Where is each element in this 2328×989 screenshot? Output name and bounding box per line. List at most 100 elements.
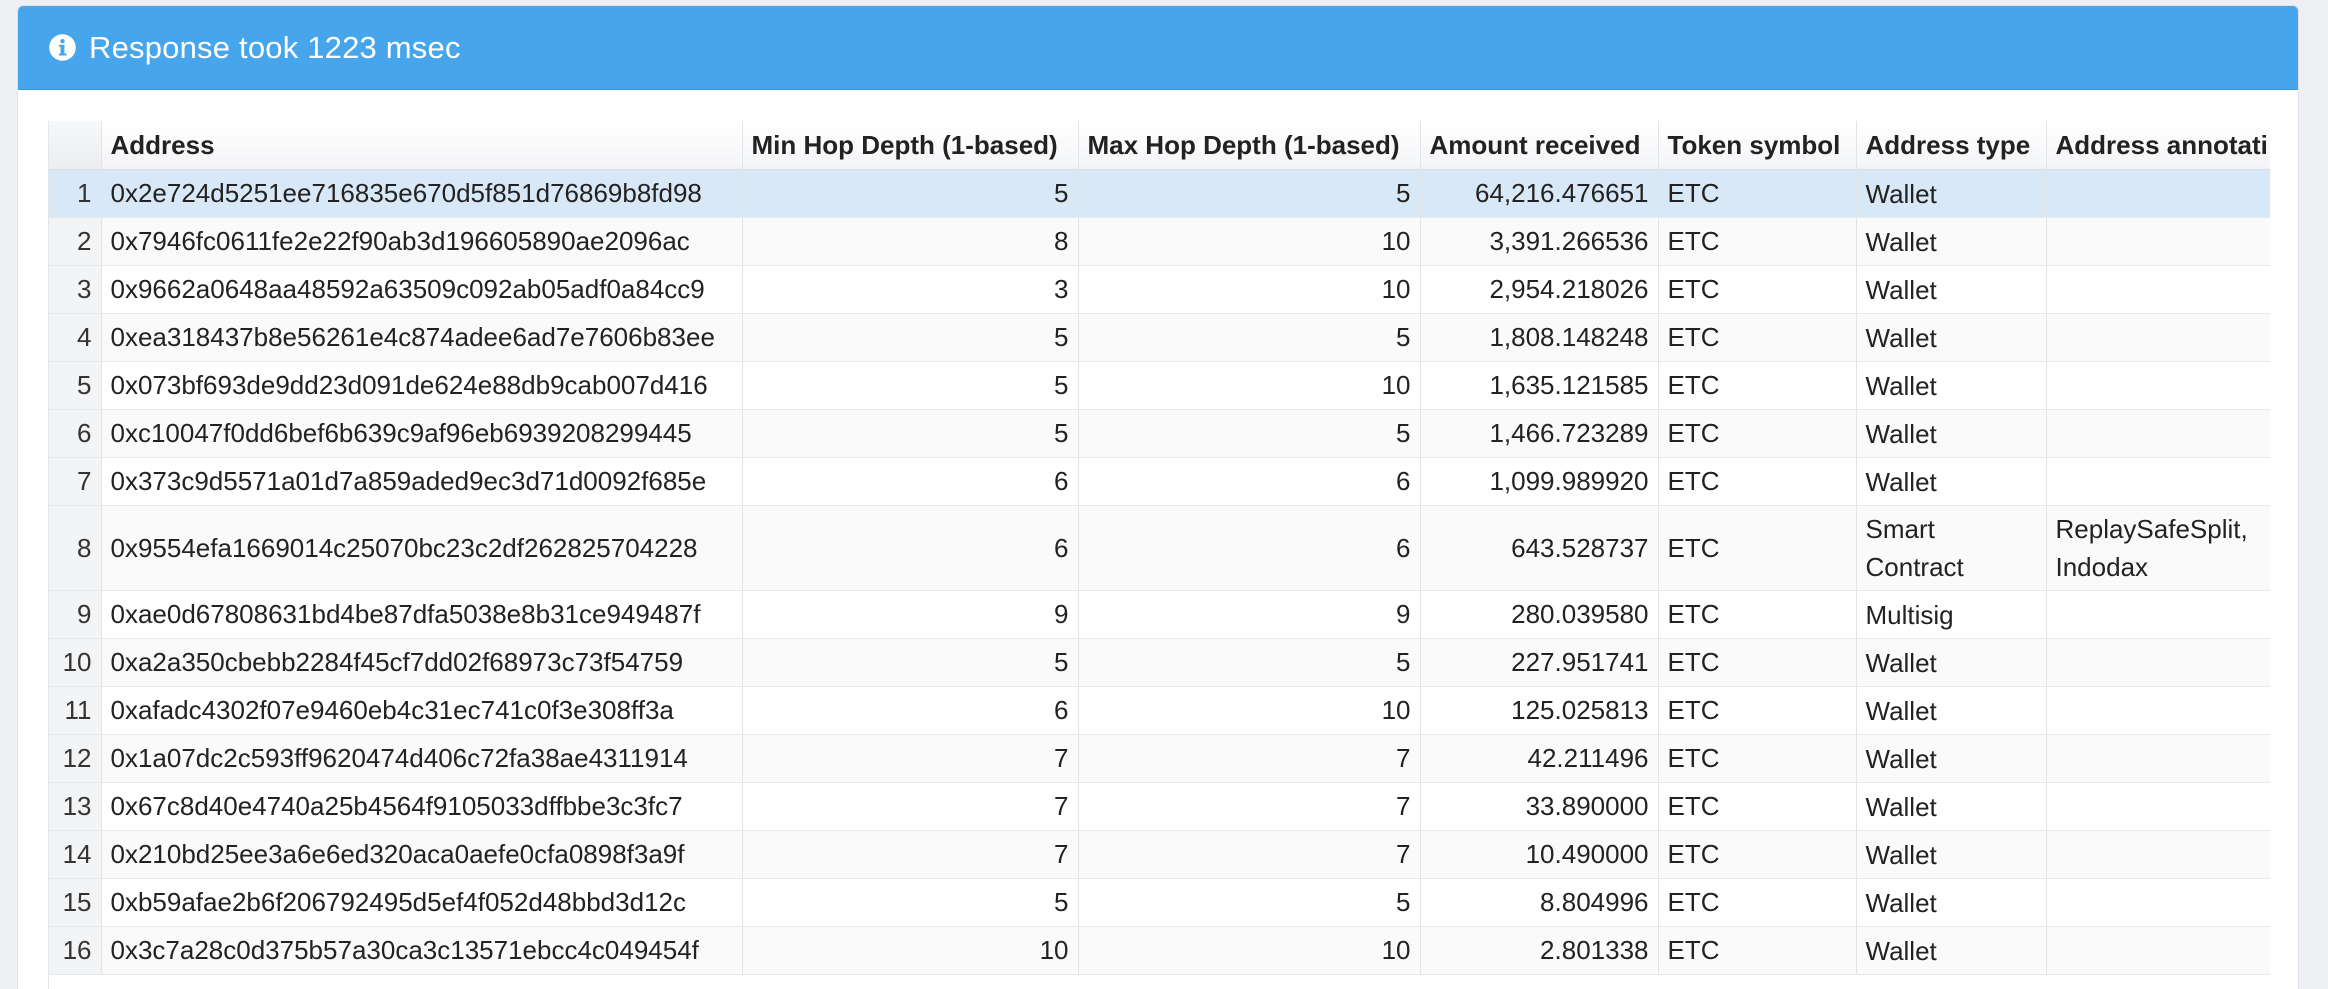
- max-hop-depth-cell: 10: [1078, 361, 1421, 410]
- row-index-cell: 11: [49, 686, 102, 735]
- address-type-cell: Wallet: [1856, 217, 2047, 266]
- column-header-min-hop-depth[interactable]: Min Hop Depth (1-based): [742, 121, 1079, 170]
- address-cell[interactable]: 0xc10047f0dd6bef6b639c9af96eb69392082994…: [101, 409, 743, 458]
- address-cell[interactable]: 0x2e724d5251ee716835e670d5f851d76869b8fd…: [101, 169, 743, 218]
- table-header-row: Address Min Hop Depth (1-based) Max Hop …: [49, 121, 2270, 170]
- row-index-cell: 9: [49, 590, 102, 639]
- address-cell[interactable]: 0x1a07dc2c593ff9620474d406c72fa38ae43119…: [101, 734, 743, 783]
- address-annotation-cell: [2046, 217, 2270, 266]
- token-symbol-cell: ETC: [1658, 217, 1857, 266]
- table-row[interactable]: 13 0x67c8d40e4740a25b4564f9105033dffbbe3c…: [49, 782, 2270, 831]
- token-symbol-cell: ETC: [1658, 265, 1857, 314]
- row-index-cell: 1: [49, 169, 102, 218]
- address-type-cell: Wallet: [1856, 169, 2047, 218]
- row-index-cell: 13: [49, 782, 102, 831]
- column-header-address-type[interactable]: Address type: [1856, 121, 2047, 170]
- address-cell[interactable]: 0xa2a350cbebb2284f45cf7dd02f68973c73f547…: [101, 638, 743, 687]
- address-cell[interactable]: 0x9662a0648aa48592a63509c092ab05adf0a84c…: [101, 265, 743, 314]
- row-index-cell: 15: [49, 878, 102, 927]
- max-hop-depth-cell: 10: [1078, 926, 1421, 975]
- amount-received-cell: 10.490000: [1420, 830, 1659, 879]
- amount-received-cell: 1,808.148248: [1420, 313, 1659, 362]
- table-row[interactable]: 12 0x1a07dc2c593ff9620474d406c72fa38ae431…: [49, 734, 2270, 783]
- address-cell[interactable]: 0x073bf693de9dd23d091de624e88db9cab007d4…: [101, 361, 743, 410]
- max-hop-depth-cell: 6: [1078, 457, 1421, 506]
- min-hop-depth-cell: 3: [742, 265, 1079, 314]
- max-hop-depth-cell: 10: [1078, 686, 1421, 735]
- address-annotation-cell: [2046, 457, 2270, 506]
- amount-received-cell: 64,216.476651: [1420, 169, 1659, 218]
- table-body: 1 0x2e724d5251ee716835e670d5f851d76869b8f…: [49, 169, 2270, 975]
- table-row[interactable]: 11 0xafadc4302f07e9460eb4c31ec741c0f3e308…: [49, 686, 2270, 735]
- table-row[interactable]: 1 0x2e724d5251ee716835e670d5f851d76869b8f…: [49, 169, 2270, 218]
- min-hop-depth-cell: 6: [742, 457, 1079, 506]
- address-cell[interactable]: 0x3c7a28c0d375b57a30ca3c13571ebcc4c04945…: [101, 926, 743, 975]
- address-type-cell: Wallet: [1856, 830, 2047, 879]
- amount-received-cell: 8.804996: [1420, 878, 1659, 927]
- column-header-address[interactable]: Address: [101, 121, 743, 170]
- min-hop-depth-cell: 7: [742, 734, 1079, 783]
- column-header-index[interactable]: [49, 121, 102, 170]
- address-annotation-cell: [2046, 313, 2270, 362]
- table-row[interactable]: 10 0xa2a350cbebb2284f45cf7dd02f68973c73f5…: [49, 638, 2270, 687]
- table-row[interactable]: 9 0xae0d67808631bd4be87dfa5038e8b31ce9494…: [49, 590, 2270, 639]
- max-hop-depth-cell: 7: [1078, 734, 1421, 783]
- table-row[interactable]: 8 0x9554efa1669014c25070bc23c2df262825704…: [49, 505, 2270, 591]
- row-index-cell: 7: [49, 457, 102, 506]
- address-type-cell: Smart Contract: [1856, 505, 2047, 591]
- token-symbol-cell: ETC: [1658, 505, 1857, 591]
- column-header-token-symbol[interactable]: Token symbol: [1658, 121, 1857, 170]
- address-cell[interactable]: 0x9554efa1669014c25070bc23c2df2628257042…: [101, 505, 743, 591]
- max-hop-depth-cell: 5: [1078, 878, 1421, 927]
- min-hop-depth-cell: 5: [742, 313, 1079, 362]
- address-cell[interactable]: 0xb59afae2b6f206792495d5ef4f052d48bbd3d1…: [101, 878, 743, 927]
- address-type-cell: Wallet: [1856, 313, 2047, 362]
- max-hop-depth-cell: 9: [1078, 590, 1421, 639]
- results-panel: Response took 1223 msec Address Min Hop …: [17, 5, 2299, 989]
- address-annotation-cell: [2046, 409, 2270, 458]
- min-hop-depth-cell: 5: [742, 638, 1079, 687]
- results-table-container[interactable]: Address Min Hop Depth (1-based) Max Hop …: [48, 121, 2270, 989]
- max-hop-depth-cell: 7: [1078, 830, 1421, 879]
- address-cell[interactable]: 0x7946fc0611fe2e22f90ab3d196605890ae2096…: [101, 217, 743, 266]
- table-row[interactable]: 16 0x3c7a28c0d375b57a30ca3c13571ebcc4c049…: [49, 926, 2270, 975]
- max-hop-depth-cell: 10: [1078, 217, 1421, 266]
- table-row[interactable]: 15 0xb59afae2b6f206792495d5ef4f052d48bbd3…: [49, 878, 2270, 927]
- amount-received-cell: 1,635.121585: [1420, 361, 1659, 410]
- address-cell[interactable]: 0x67c8d40e4740a25b4564f9105033dffbbe3c3f…: [101, 782, 743, 831]
- address-cell[interactable]: 0x373c9d5571a01d7a859aded9ec3d71d0092f68…: [101, 457, 743, 506]
- table-row[interactable]: 5 0x073bf693de9dd23d091de624e88db9cab007d…: [49, 361, 2270, 410]
- table-row[interactable]: 14 0x210bd25ee3a6e6ed320aca0aefe0cfa0898f…: [49, 830, 2270, 879]
- column-header-max-hop-depth[interactable]: Max Hop Depth (1-based): [1078, 121, 1421, 170]
- min-hop-depth-cell: 7: [742, 782, 1079, 831]
- amount-received-cell: 227.951741: [1420, 638, 1659, 687]
- table-row[interactable]: 2 0x7946fc0611fe2e22f90ab3d196605890ae209…: [49, 217, 2270, 266]
- address-type-cell: Wallet: [1856, 686, 2047, 735]
- column-header-address-annotation[interactable]: Address annotati: [2046, 121, 2270, 170]
- token-symbol-cell: ETC: [1658, 361, 1857, 410]
- address-annotation-cell: [2046, 782, 2270, 831]
- address-cell[interactable]: 0xae0d67808631bd4be87dfa5038e8b31ce94948…: [101, 590, 743, 639]
- column-header-amount-received[interactable]: Amount received: [1420, 121, 1659, 170]
- amount-received-cell: 2.801338: [1420, 926, 1659, 975]
- table-row[interactable]: 6 0xc10047f0dd6bef6b639c9af96eb6939208299…: [49, 409, 2270, 458]
- token-symbol-cell: ETC: [1658, 878, 1857, 927]
- address-annotation-cell: [2046, 830, 2270, 879]
- max-hop-depth-cell: 5: [1078, 169, 1421, 218]
- min-hop-depth-cell: 5: [742, 169, 1079, 218]
- min-hop-depth-cell: 5: [742, 361, 1079, 410]
- address-annotation-cell: [2046, 590, 2270, 639]
- min-hop-depth-cell: 10: [742, 926, 1079, 975]
- min-hop-depth-cell: 8: [742, 217, 1079, 266]
- min-hop-depth-cell: 6: [742, 686, 1079, 735]
- address-cell[interactable]: 0x210bd25ee3a6e6ed320aca0aefe0cfa0898f3a…: [101, 830, 743, 879]
- address-cell[interactable]: 0xafadc4302f07e9460eb4c31ec741c0f3e308ff…: [101, 686, 743, 735]
- max-hop-depth-cell: 5: [1078, 313, 1421, 362]
- amount-received-cell: 1,466.723289: [1420, 409, 1659, 458]
- row-index-cell: 14: [49, 830, 102, 879]
- address-cell[interactable]: 0xea318437b8e56261e4c874adee6ad7e7606b83…: [101, 313, 743, 362]
- table-row[interactable]: 3 0x9662a0648aa48592a63509c092ab05adf0a84…: [49, 265, 2270, 314]
- response-banner: Response took 1223 msec: [18, 6, 2298, 90]
- table-row[interactable]: 7 0x373c9d5571a01d7a859aded9ec3d71d0092f6…: [49, 457, 2270, 506]
- table-row[interactable]: 4 0xea318437b8e56261e4c874adee6ad7e7606b8…: [49, 313, 2270, 362]
